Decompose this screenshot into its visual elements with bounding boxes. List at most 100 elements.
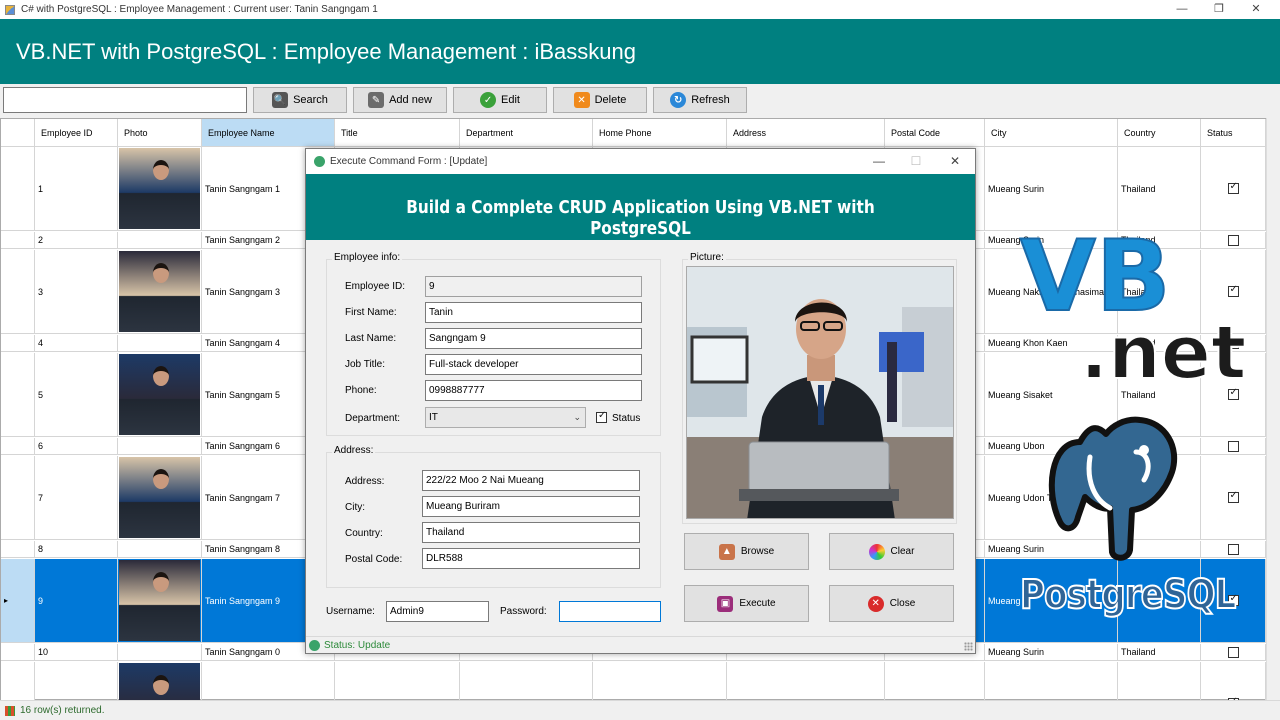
home-phone-cell[interactable]: 0998887777 <box>593 662 727 700</box>
employee-id-field[interactable]: 9 <box>425 276 642 297</box>
id-cell[interactable]: 6 <box>35 438 118 454</box>
city-cell[interactable]: City <box>985 662 1118 700</box>
browse-button[interactable]: ▲ Browse <box>684 533 809 570</box>
photo-cell[interactable] <box>118 232 202 248</box>
postal-cell[interactable]: Postal Code <box>885 662 985 700</box>
id-cell[interactable]: 2 <box>35 232 118 248</box>
row-header[interactable] <box>1 662 35 700</box>
phone-field[interactable]: 0998887777 <box>425 380 642 401</box>
row-header[interactable] <box>1 147 35 230</box>
add-new-button[interactable]: ✎ Add new <box>353 87 447 113</box>
country-field[interactable]: Thailand <box>422 522 640 543</box>
column-header-address[interactable]: Address <box>727 119 885 147</box>
city-field[interactable]: Mueang Buriram <box>422 496 640 517</box>
row-header[interactable] <box>1 456 35 539</box>
name-cell[interactable]: Tanin 1 Sangngam <box>202 662 335 700</box>
first-name-field[interactable]: Tanin <box>425 302 642 323</box>
status-checkbox-cell[interactable] <box>1201 644 1266 660</box>
row-header[interactable] <box>1 644 35 660</box>
row-header[interactable] <box>1 353 35 436</box>
country-cell[interactable]: Country <box>1118 662 1201 700</box>
photo-cell[interactable] <box>118 644 202 660</box>
status-checkbox[interactable] <box>1227 387 1239 400</box>
photo-cell[interactable] <box>118 438 202 454</box>
status-checkbox[interactable] <box>1227 440 1239 452</box>
id-cell[interactable]: 5 <box>35 353 118 436</box>
column-header-postal-code[interactable]: Postal Code <box>885 119 985 147</box>
clear-button[interactable]: Clear <box>829 533 954 570</box>
column-header-city[interactable]: City <box>985 119 1118 147</box>
department-cell[interactable]: IT <box>460 662 593 700</box>
column-header-department[interactable]: Department <box>460 119 593 147</box>
status-checkbox-cell[interactable] <box>1201 662 1266 700</box>
column-header-photo[interactable]: Photo <box>118 119 202 147</box>
photo-cell[interactable] <box>118 541 202 557</box>
id-cell[interactable]: 9 <box>35 559 118 642</box>
id-cell[interactable]: 10 <box>35 644 118 660</box>
photo-cell[interactable] <box>118 147 202 230</box>
table-row[interactable]: 11 Tanin 1 SangngamSoftware EngineerIT099… <box>1 662 1266 700</box>
id-cell[interactable]: 8 <box>35 541 118 557</box>
photo-cell[interactable] <box>118 662 202 700</box>
row-header[interactable] <box>1 438 35 454</box>
status-checkbox[interactable] <box>596 410 607 423</box>
status-checkbox[interactable] <box>1227 646 1239 658</box>
photo-cell[interactable] <box>118 353 202 436</box>
dialog-maximize-button[interactable]: ☐ <box>898 149 934 174</box>
edit-button[interactable]: ✓ Edit <box>453 87 547 113</box>
close-window-button[interactable]: ✕ <box>1238 0 1274 19</box>
id-cell[interactable]: 11 <box>35 662 118 700</box>
search-input[interactable] <box>3 87 247 113</box>
postal-code-field[interactable]: DLR588 <box>422 548 640 569</box>
status-checkbox[interactable] <box>1227 181 1239 194</box>
job-title-field[interactable]: Full-stack developer <box>425 354 642 375</box>
photo-cell[interactable] <box>118 250 202 333</box>
column-header-country[interactable]: Country <box>1118 119 1201 147</box>
column-header-employee-name[interactable]: Employee Name <box>202 119 335 147</box>
delete-button[interactable]: ✕ Delete <box>553 87 647 113</box>
row-header[interactable] <box>1 232 35 248</box>
grid-corner-header[interactable] <box>1 119 35 147</box>
dialog-minimize-button[interactable]: — <box>861 149 897 174</box>
status-checkbox-cell[interactable] <box>1201 456 1266 539</box>
column-header-status[interactable]: Status <box>1201 119 1266 147</box>
status-checkbox-cell[interactable] <box>1201 541 1266 557</box>
address-field[interactable]: 222/22 Moo 2 Nai Mueang <box>422 470 640 491</box>
title-cell[interactable]: Software Engineer <box>335 662 460 700</box>
last-name-field[interactable]: Sangngam 9 <box>425 328 642 349</box>
close-button[interactable]: ✕ Close <box>829 585 954 622</box>
city-cell[interactable]: Mueang Surin <box>985 644 1118 660</box>
password-field[interactable] <box>559 601 661 622</box>
id-cell[interactable]: 7 <box>35 456 118 539</box>
id-cell[interactable]: 4 <box>35 335 118 351</box>
status-checkbox[interactable] <box>1227 543 1239 555</box>
photo-cell[interactable] <box>118 335 202 351</box>
status-checkbox-cell[interactable] <box>1201 147 1266 230</box>
maximize-button[interactable]: ❐ <box>1201 0 1237 19</box>
column-header-employee-id[interactable]: Employee ID <box>35 119 118 147</box>
row-header[interactable] <box>1 335 35 351</box>
resize-grip[interactable] <box>964 642 973 651</box>
department-dropdown[interactable]: IT ⌄ <box>425 407 586 428</box>
status-checkbox-cell[interactable] <box>1201 438 1266 454</box>
row-header[interactable]: ▸ <box>1 559 35 642</box>
photo-cell[interactable] <box>118 456 202 539</box>
address-cell[interactable]: Address <box>727 662 885 700</box>
country-cell[interactable]: Thailand <box>1118 147 1201 230</box>
execute-button[interactable]: ▣ Execute <box>684 585 809 622</box>
minimize-button[interactable]: — <box>1164 0 1200 19</box>
id-cell[interactable]: 1 <box>35 147 118 230</box>
refresh-button[interactable]: ↻ Refresh <box>653 87 747 113</box>
row-header[interactable] <box>1 541 35 557</box>
column-header-home-phone[interactable]: Home Phone <box>593 119 727 147</box>
row-header[interactable] <box>1 250 35 333</box>
status-checkbox[interactable] <box>1227 490 1239 503</box>
country-cell[interactable]: Thailand <box>1118 644 1201 660</box>
grid-vertical-scrollbar[interactable] <box>1266 118 1280 700</box>
dialog-close-button[interactable]: ✕ <box>937 149 973 174</box>
photo-cell[interactable] <box>118 559 202 642</box>
username-field[interactable]: Admin9 <box>386 601 489 622</box>
city-cell[interactable]: Mueang Surin <box>985 147 1118 230</box>
column-header-title[interactable]: Title <box>335 119 460 147</box>
id-cell[interactable]: 3 <box>35 250 118 333</box>
